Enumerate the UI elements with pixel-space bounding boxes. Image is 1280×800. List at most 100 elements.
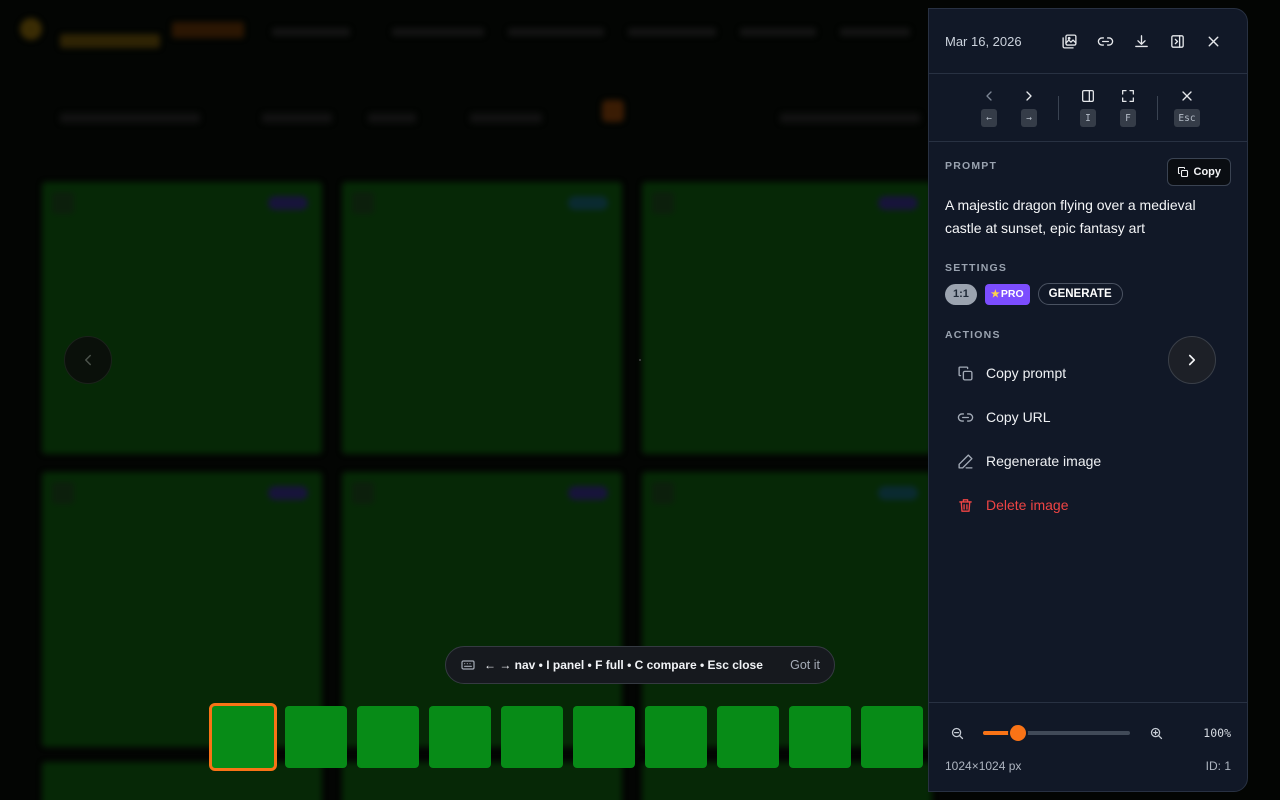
loading-indicator [639, 359, 641, 361]
shortcut-navigation: ← → I F Esc [929, 74, 1247, 142]
download-icon [1134, 34, 1148, 47]
prev-key-label: ← [981, 109, 997, 127]
toggle-panel-icon [1170, 34, 1184, 48]
pro-badge: ★ PRO [984, 283, 1030, 305]
background-toolbar-item [262, 113, 332, 123]
pencil-icon [958, 453, 973, 469]
delete-image-action-label: Delete image [986, 497, 1069, 513]
regenerate-image-action[interactable]: Regenerate image [945, 439, 1231, 483]
chevron-right-icon [1188, 354, 1196, 366]
compare-button[interactable] [1051, 23, 1087, 59]
thumbnail[interactable] [285, 706, 347, 768]
copy-prompt-action-label: Copy prompt [986, 365, 1067, 381]
divider [1157, 95, 1158, 120]
lightbox-page: ← → nav • I panel • F full • C compare •… [0, 0, 1280, 800]
download-button[interactable] [1123, 23, 1159, 59]
image-details-panel: Mar 16, 2026 ← → I F Esc PROMPT Copy A m… [928, 8, 1248, 792]
settings-label: SETTINGS [945, 262, 1008, 274]
chevron-left-icon [986, 91, 992, 101]
panel-shortcut-button[interactable]: I [1068, 88, 1108, 127]
prompt-text: A majestic dragon flying over a medieval… [945, 197, 1196, 236]
copy-button-label: Copy [1193, 166, 1222, 178]
zoom-controls: 100% [945, 719, 1231, 747]
thumbnail-active[interactable] [209, 703, 277, 771]
copy-icon [1177, 166, 1188, 178]
thumbnail[interactable] [429, 706, 491, 768]
close-button[interactable] [1195, 23, 1231, 59]
link-icon [1097, 36, 1113, 46]
star-icon: ★ [990, 288, 1000, 300]
thumbnail[interactable] [717, 706, 779, 768]
next-key-label: → [1021, 109, 1037, 127]
regenerate-image-action-label: Regenerate image [986, 453, 1102, 469]
close-key-label: Esc [1174, 109, 1200, 127]
chevron-right-icon [1026, 91, 1032, 101]
keyboard-hint-text: ← → nav • I panel • F full • C compare •… [484, 658, 763, 672]
zoom-out-icon [951, 727, 963, 739]
next-shortcut-button[interactable]: → [1009, 88, 1049, 127]
image-date: Mar 16, 2026 [945, 33, 1022, 49]
background-nav-item [840, 28, 910, 36]
mode-badge: GENERATE [1037, 283, 1123, 305]
zoom-slider[interactable] [983, 723, 1130, 743]
close-shortcut-button[interactable]: Esc [1167, 88, 1207, 127]
aspect-ratio-badge: 1:1 [945, 283, 977, 305]
background-card [642, 182, 932, 454]
fullscreen-icon [1122, 90, 1134, 102]
sidebar-icon [1082, 90, 1094, 102]
copy-url-action[interactable]: Copy URL [945, 395, 1231, 439]
previous-shortcut-button[interactable]: ← [969, 88, 1009, 127]
divider [1058, 95, 1059, 120]
chevron-left-icon [85, 354, 91, 366]
image-id: ID: 1 [1205, 759, 1231, 773]
copy-link-button[interactable] [1087, 23, 1123, 59]
close-icon [1182, 91, 1192, 101]
background-brand [60, 34, 160, 48]
panel-footer: 100% 1024×1024 px ID: 1 [929, 702, 1247, 791]
zoom-slider-handle[interactable] [1010, 725, 1027, 741]
dismiss-hint-button[interactable]: Got it [790, 658, 820, 672]
thumbnail[interactable] [573, 706, 635, 768]
copy-prompt-button[interactable]: Copy [1166, 158, 1231, 186]
thumbnail[interactable] [789, 706, 851, 768]
zoom-level: 100% [1203, 726, 1231, 740]
background-nav-item [272, 28, 350, 36]
zoom-in-icon [1150, 727, 1162, 739]
background-logo [20, 18, 42, 40]
fullscreen-shortcut-button[interactable]: F [1108, 88, 1148, 127]
panel-key-label: I [1080, 109, 1096, 127]
image-dimensions: 1024×1024 px [945, 759, 1022, 773]
zoom-in-button[interactable] [1144, 721, 1168, 745]
copy-url-action-label: Copy URL [986, 409, 1051, 425]
background-nav-item [740, 28, 816, 36]
link-icon [957, 412, 974, 422]
panel-header: Mar 16, 2026 [929, 9, 1247, 74]
fullscreen-key-label: F [1120, 109, 1136, 127]
zoom-out-button[interactable] [945, 721, 969, 745]
thumbnail[interactable] [645, 706, 707, 768]
close-icon [1208, 36, 1218, 46]
next-image-button[interactable] [1168, 336, 1216, 384]
delete-image-action[interactable]: Delete image [945, 483, 1231, 527]
prompt-section: PROMPT Copy A majestic dragon flying ove… [929, 142, 1247, 240]
background-card [342, 182, 622, 454]
settings-section: SETTINGS 1:1 ★ PRO GENERATE [929, 240, 1247, 305]
toggle-panel-button[interactable] [1159, 23, 1195, 59]
previous-image-button[interactable] [64, 336, 112, 384]
thumbnail[interactable] [357, 706, 419, 768]
background-toolbar-item [368, 113, 416, 123]
thumbnail[interactable] [861, 706, 923, 768]
background-nav-item [392, 28, 484, 36]
background-toolbar-item [60, 113, 200, 123]
keyboard-hint-toast: ← → nav • I panel • F full • C compare •… [445, 646, 835, 684]
thumbnail-strip [209, 703, 933, 771]
compare-icon [1061, 33, 1077, 49]
background-accent-square [602, 100, 624, 122]
trash-icon [959, 498, 972, 512]
background-badge [172, 22, 244, 38]
background-nav-item [628, 28, 716, 36]
copy-icon [958, 365, 973, 381]
thumbnail[interactable] [501, 706, 563, 768]
background-card [42, 182, 322, 454]
background-toolbar-item [780, 113, 920, 123]
